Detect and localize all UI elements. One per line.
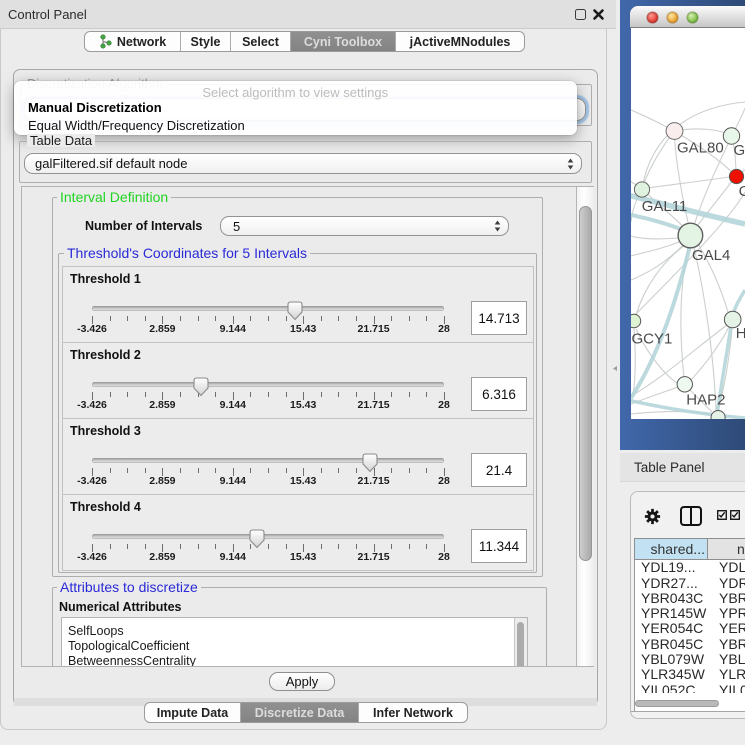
svg-text:GCY1: GCY1 (632, 331, 673, 348)
svg-text:GAL11: GAL11 (642, 198, 688, 215)
svg-text:GA: GA (734, 142, 745, 159)
svg-text:HAP2: HAP2 (686, 391, 725, 408)
svg-text:GAL80: GAL80 (677, 140, 724, 157)
svg-text:C: C (739, 183, 745, 200)
svg-text:H: H (736, 325, 745, 342)
svg-text:GAL4: GAL4 (692, 247, 730, 264)
